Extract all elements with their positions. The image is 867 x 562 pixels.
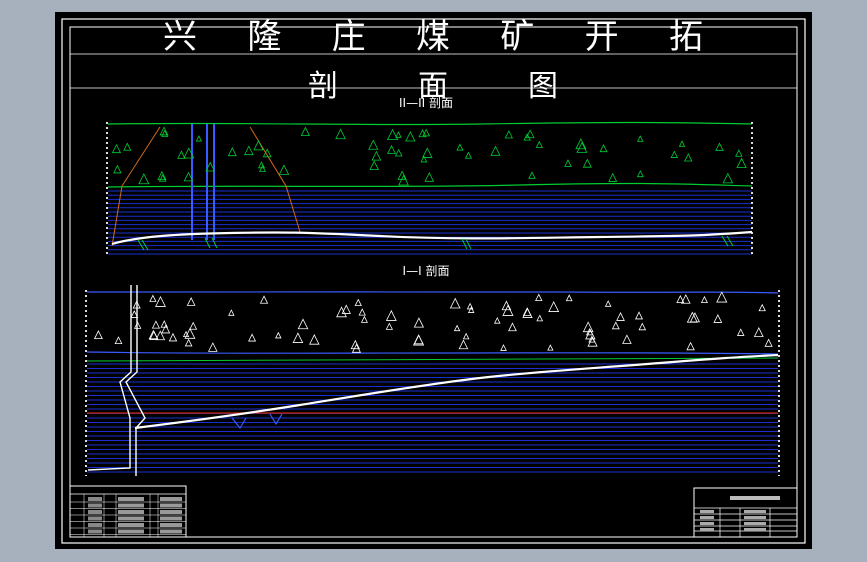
drawing-canvas[interactable]: 兴 隆 庄 煤 矿 开 拓 剖 面 图 II—II 剖面 I—I 剖面 xyxy=(0,0,867,562)
section-upper-label: II—II 剖面 xyxy=(399,96,453,110)
section-lower-label: I—I 剖面 xyxy=(403,264,450,278)
cad-viewer: 兴 隆 庄 煤 矿 开 拓 剖 面 图 II—II 剖面 I—I 剖面 xyxy=(0,0,867,562)
